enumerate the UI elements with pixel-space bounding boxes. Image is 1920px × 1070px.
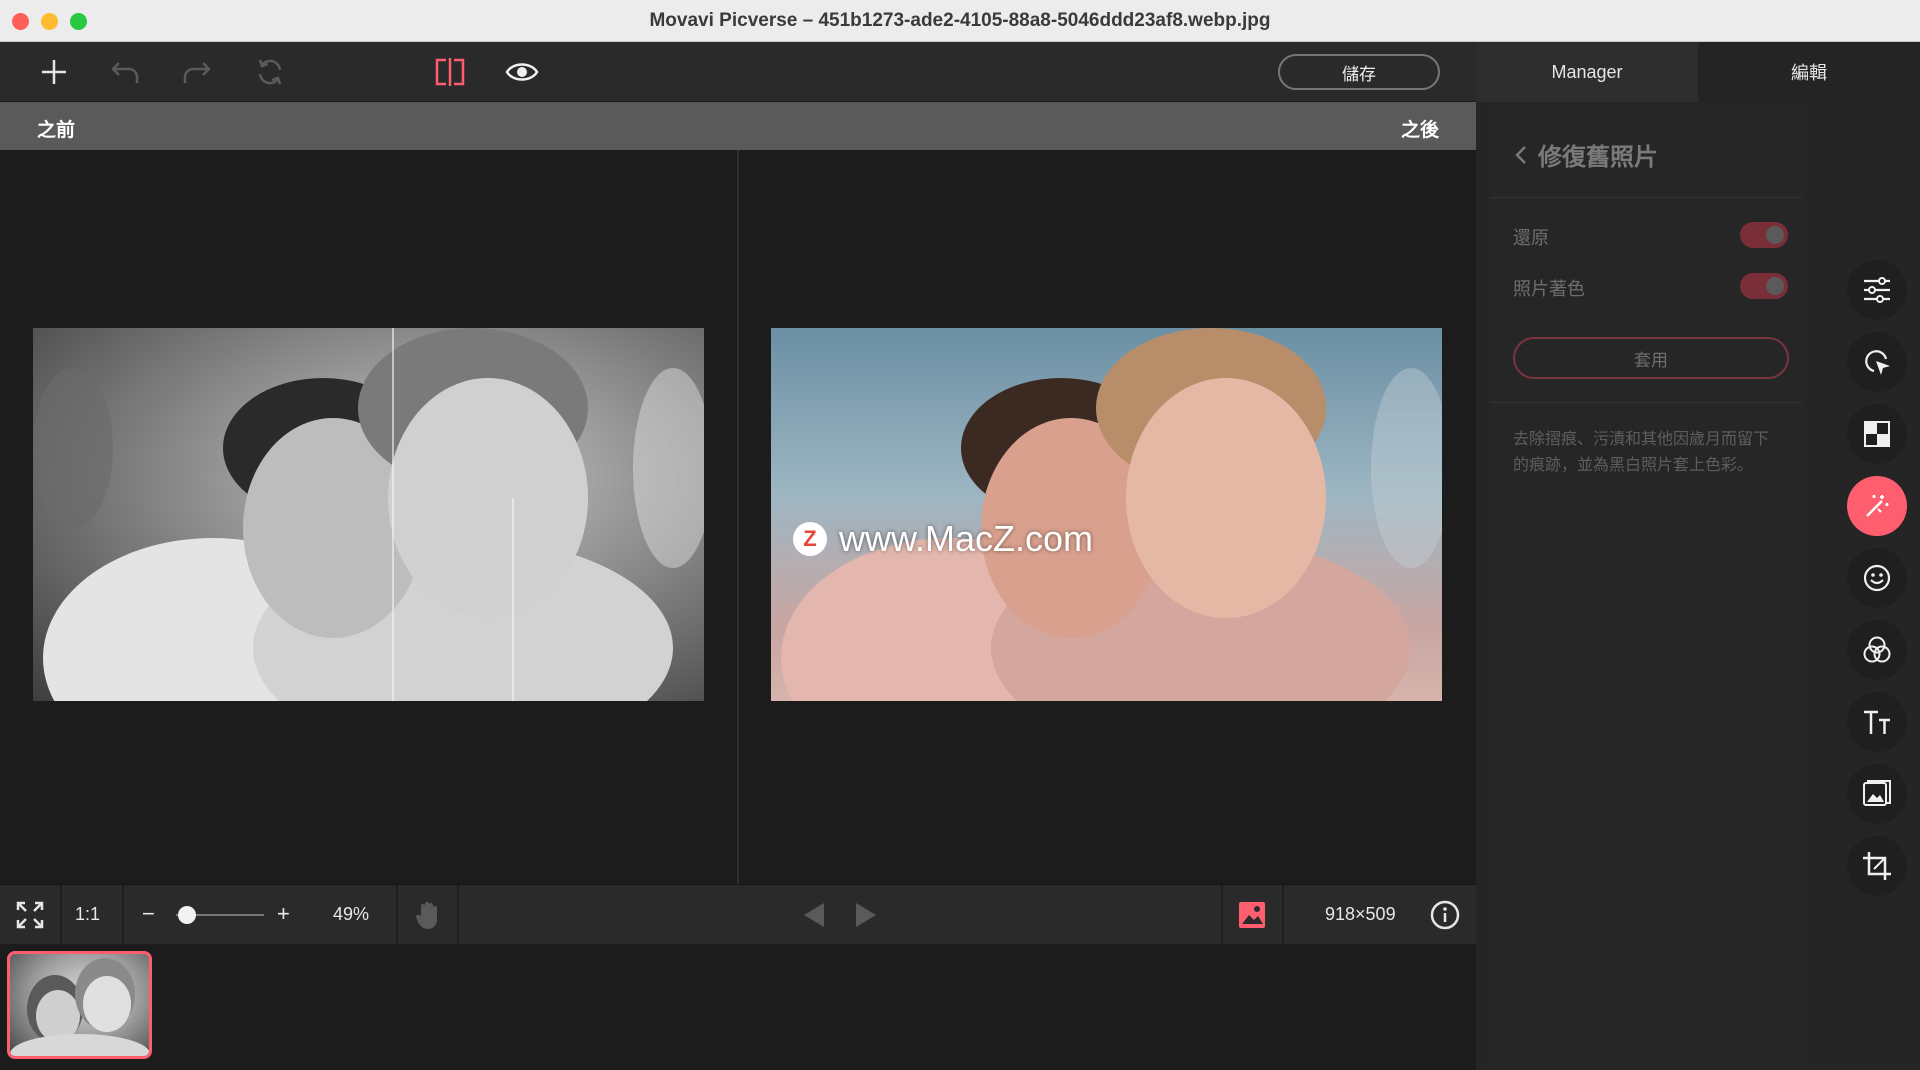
- watermark-logo: Z: [793, 522, 827, 556]
- filmstrip: [0, 944, 1476, 1070]
- crop-icon: [1863, 852, 1891, 880]
- compare-label-bar: 之前 之後: [0, 102, 1476, 150]
- zoom-1-1-button[interactable]: 1:1: [75, 904, 100, 925]
- zoom-value: 49%: [333, 904, 370, 924]
- zoom-out-button[interactable]: −: [142, 901, 155, 927]
- restore-toggle[interactable]: [1740, 222, 1788, 248]
- bottom-bar: 1:1 − + 49% 918×509: [0, 884, 1476, 945]
- apply-button[interactable]: 套用: [1513, 337, 1789, 379]
- next-icon[interactable]: [848, 897, 884, 933]
- image-icon: [1863, 780, 1891, 806]
- compare-split-icon[interactable]: [432, 54, 468, 90]
- divider: [1490, 402, 1802, 403]
- plus-icon[interactable]: [36, 54, 72, 90]
- separator: [1221, 885, 1223, 945]
- compare-divider[interactable]: [737, 150, 739, 884]
- fit-screen-icon[interactable]: [12, 897, 48, 933]
- redo-icon[interactable]: [179, 54, 215, 90]
- chevron-left-icon: [1515, 145, 1526, 164]
- adjust-tool-button[interactable]: [1847, 260, 1907, 320]
- text-tool-button[interactable]: [1847, 692, 1907, 752]
- face-tool-button[interactable]: [1847, 548, 1907, 608]
- separator: [122, 885, 124, 945]
- restore-tool-button[interactable]: [1847, 476, 1907, 536]
- previous-icon[interactable]: [796, 897, 832, 933]
- after-label: 之後: [1400, 120, 1439, 141]
- color-icon: [1863, 636, 1891, 663]
- zoom-in-button[interactable]: +: [277, 901, 290, 927]
- save-button[interactable]: 儲存: [1278, 54, 1440, 90]
- face-icon: [1863, 564, 1891, 592]
- image-tool-button[interactable]: [1847, 764, 1907, 824]
- before-image: [33, 328, 704, 701]
- info-icon[interactable]: [1427, 897, 1463, 933]
- separator: [1282, 885, 1284, 945]
- background-tool-button[interactable]: [1847, 404, 1907, 464]
- color-tool-button[interactable]: [1847, 620, 1907, 680]
- watermark-text: www.MacZ.com: [839, 518, 1094, 559]
- separator: [457, 885, 459, 945]
- select-tool-button[interactable]: [1847, 332, 1907, 392]
- back-button[interactable]: 修復舊照片: [1514, 137, 1658, 172]
- before-label: 之前: [37, 120, 76, 141]
- undo-icon[interactable]: [107, 54, 143, 90]
- after-image: Z www.MacZ.com: [771, 328, 1442, 701]
- title-bar: Movavi Picverse – 451b1273-ade2-4105-88a…: [0, 0, 1920, 42]
- magic-wand-icon: [1866, 495, 1889, 517]
- select-icon: [1865, 350, 1890, 375]
- tab-edit[interactable]: 編輯: [1698, 42, 1920, 102]
- hand-icon[interactable]: [410, 897, 446, 933]
- eye-icon[interactable]: [504, 54, 540, 90]
- app-window: Movavi Picverse – 451b1273-ade2-4105-88a…: [0, 0, 1920, 1070]
- text-icon: [1864, 710, 1890, 734]
- crop-tool-button[interactable]: [1847, 836, 1907, 896]
- separator: [60, 885, 62, 945]
- separator: [396, 885, 398, 945]
- colorize-option-label: 照片著色: [1513, 279, 1585, 299]
- tab-manager[interactable]: Manager: [1476, 42, 1698, 102]
- edit-panel: 修復舊照片 還原 照片著色 套用 去除摺痕、污漬和其他因歲月而留下的痕跡，並為黑…: [1476, 102, 1920, 1070]
- reset-icon[interactable]: [252, 54, 288, 90]
- restore-option-label: 還原: [1513, 228, 1549, 248]
- colorize-toggle[interactable]: [1740, 273, 1788, 299]
- image-canvas[interactable]: Z www.MacZ.com: [0, 150, 1476, 884]
- adjust-icon: [1864, 277, 1890, 303]
- toolbar: 儲存 Manager 編輯: [0, 42, 1920, 102]
- zoom-slider-knob[interactable]: [177, 906, 196, 924]
- panel-title: 修復舊照片: [1538, 144, 1658, 171]
- image-dimensions: 918×509: [1325, 904, 1396, 924]
- divider: [1490, 197, 1802, 198]
- background-icon: [1864, 421, 1890, 447]
- panel-description: 去除摺痕、污漬和其他因歲月而留下的痕跡，並為黑白照片套上色彩。: [1513, 431, 1770, 474]
- window-title: Movavi Picverse – 451b1273-ade2-4105-88a…: [649, 10, 1271, 31]
- image-view-icon[interactable]: [1234, 897, 1270, 933]
- thumbnail-selected[interactable]: [7, 951, 152, 1059]
- watermark: Z www.MacZ.com: [793, 518, 1093, 560]
